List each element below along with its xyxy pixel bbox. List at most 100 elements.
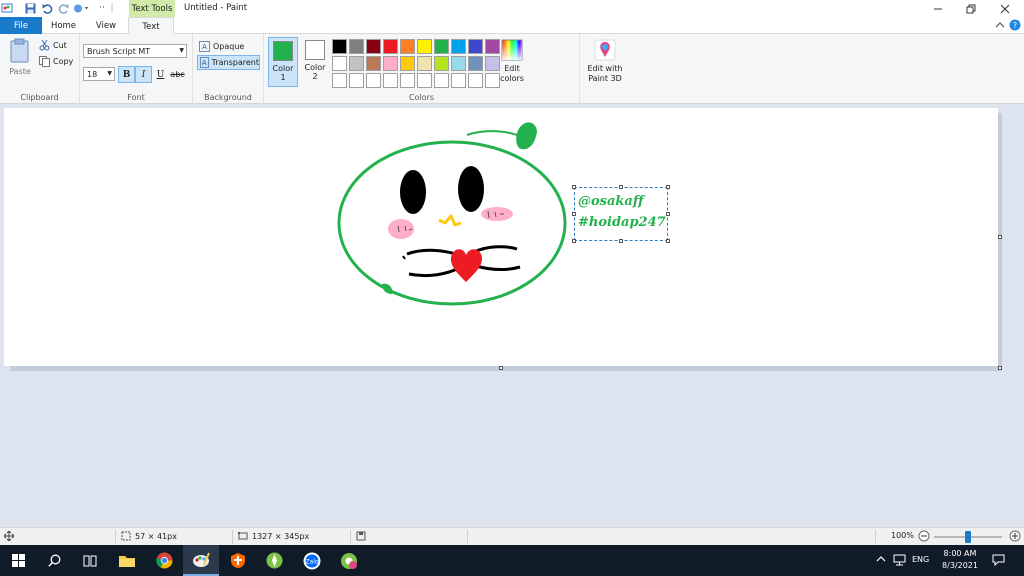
resize-handle[interactable] bbox=[666, 185, 670, 189]
palette-swatch[interactable] bbox=[332, 39, 347, 54]
minimize-button[interactable] bbox=[921, 0, 955, 17]
palette-swatch[interactable] bbox=[383, 73, 398, 88]
resize-handle[interactable] bbox=[572, 185, 576, 189]
start-button[interactable] bbox=[0, 545, 36, 576]
font-size-select[interactable]: 18 ▼ bbox=[83, 67, 115, 81]
palette-swatch[interactable] bbox=[366, 73, 381, 88]
palette-swatch[interactable] bbox=[417, 73, 432, 88]
color1-button[interactable]: Color 1 bbox=[268, 37, 298, 87]
close-button[interactable] bbox=[988, 0, 1022, 17]
redo-icon[interactable] bbox=[57, 2, 69, 14]
search-button[interactable] bbox=[36, 545, 72, 576]
font-family-select[interactable]: Brush Script MT ▼ bbox=[83, 44, 187, 58]
paint3d-label-2: Paint 3D bbox=[588, 74, 622, 83]
palette-swatch[interactable] bbox=[417, 39, 432, 54]
task-view-icon bbox=[83, 555, 97, 566]
chevron-up-icon[interactable] bbox=[876, 555, 886, 566]
palette-swatch[interactable] bbox=[485, 73, 500, 88]
palette-swatch[interactable] bbox=[468, 39, 483, 54]
tab-file[interactable]: File bbox=[0, 17, 42, 34]
palette-swatch[interactable] bbox=[434, 56, 449, 71]
underline-button[interactable]: U bbox=[152, 66, 169, 83]
palette-swatch[interactable] bbox=[383, 39, 398, 54]
zoom-out-button[interactable] bbox=[918, 530, 930, 542]
drawing-canvas[interactable]: @osakaff #hoidap247 bbox=[4, 108, 998, 366]
resize-handle[interactable] bbox=[572, 212, 576, 216]
taskbar-zalo[interactable]: Zalo bbox=[294, 545, 330, 576]
notification-icon[interactable] bbox=[992, 554, 1005, 569]
task-view-button[interactable] bbox=[72, 545, 108, 576]
palette-swatch[interactable] bbox=[349, 73, 364, 88]
tab-home[interactable]: Home bbox=[42, 17, 85, 34]
undo-icon[interactable] bbox=[41, 2, 53, 14]
edit-colors-button[interactable]: Edit colors bbox=[498, 39, 526, 84]
taskbar-avast[interactable] bbox=[220, 545, 256, 576]
tab-text[interactable]: Text bbox=[128, 17, 174, 35]
font-family-value: Brush Script MT bbox=[87, 46, 151, 56]
zoom-in-button[interactable] bbox=[1009, 530, 1021, 542]
palette-swatch[interactable] bbox=[434, 73, 449, 88]
taskbar-chrome-profile[interactable] bbox=[331, 545, 367, 576]
network-icon[interactable] bbox=[893, 554, 906, 569]
edit-with-paint3d-button[interactable]: Edit with Paint 3D bbox=[582, 39, 628, 84]
taskbar-paint[interactable] bbox=[183, 545, 219, 576]
italic-button[interactable]: I bbox=[135, 66, 152, 83]
paste-button[interactable]: Paste bbox=[4, 38, 36, 82]
palette-swatch[interactable] bbox=[485, 56, 500, 71]
palette-swatch[interactable] bbox=[468, 73, 483, 88]
color1-swatch bbox=[273, 41, 293, 61]
opaque-option[interactable]: A Opaque bbox=[197, 39, 260, 54]
paste-icon bbox=[10, 38, 29, 63]
canvas-size-icon bbox=[238, 532, 248, 540]
resize-handle[interactable] bbox=[666, 239, 670, 243]
clock[interactable]: 8:00 AM 8/3/2021 bbox=[932, 548, 988, 572]
resize-handle[interactable] bbox=[572, 239, 576, 243]
canvas-resize-handle-bottom[interactable] bbox=[499, 366, 503, 370]
palette-swatch[interactable] bbox=[332, 56, 347, 71]
taskbar-greenshot[interactable] bbox=[256, 545, 292, 576]
palette-swatch[interactable] bbox=[366, 56, 381, 71]
palette-swatch[interactable] bbox=[400, 56, 415, 71]
color2-button[interactable]: Color 2 bbox=[300, 37, 330, 87]
help-icon[interactable]: ? bbox=[1009, 19, 1021, 31]
transparent-option[interactable]: A Transparent bbox=[197, 55, 260, 70]
resize-handle[interactable] bbox=[619, 239, 623, 243]
palette-swatch[interactable] bbox=[349, 39, 364, 54]
bold-button[interactable]: B bbox=[118, 66, 135, 83]
customize-toolbar-icon[interactable] bbox=[73, 2, 89, 14]
tab-view[interactable]: View bbox=[85, 17, 127, 34]
cut-button[interactable]: Cut bbox=[39, 40, 67, 51]
palette-swatch[interactable] bbox=[451, 56, 466, 71]
language-indicator[interactable]: ENG bbox=[912, 555, 929, 564]
palette-swatch[interactable] bbox=[349, 56, 364, 71]
chevron-up-icon[interactable] bbox=[994, 19, 1006, 31]
palette-swatch[interactable] bbox=[485, 39, 500, 54]
palette-swatch[interactable] bbox=[434, 39, 449, 54]
paint-app-icon[interactable] bbox=[1, 2, 13, 14]
palette-swatch[interactable] bbox=[366, 39, 381, 54]
taskbar-file-explorer[interactable] bbox=[109, 545, 145, 576]
text-box[interactable]: @osakaff #hoidap247 bbox=[572, 185, 670, 243]
canvas-resize-handle-right[interactable] bbox=[998, 235, 1002, 239]
palette-swatch[interactable] bbox=[383, 56, 398, 71]
taskbar-chrome[interactable] bbox=[146, 545, 182, 576]
zoom-slider[interactable] bbox=[934, 531, 1002, 543]
palette-swatch[interactable] bbox=[332, 73, 347, 88]
palette-swatch[interactable] bbox=[451, 39, 466, 54]
copy-label: Copy bbox=[53, 57, 74, 66]
window-title: Untitled - Paint bbox=[184, 3, 248, 13]
zoom-slider-thumb[interactable] bbox=[965, 531, 971, 543]
canvas-resize-handle-corner[interactable] bbox=[998, 366, 1002, 370]
copy-button[interactable]: Copy bbox=[39, 56, 73, 67]
resize-handle[interactable] bbox=[666, 212, 670, 216]
save-icon[interactable] bbox=[24, 2, 36, 14]
palette-swatch[interactable] bbox=[468, 56, 483, 71]
strikethrough-button[interactable]: abc bbox=[169, 66, 186, 83]
palette-swatch[interactable] bbox=[451, 73, 466, 88]
resize-handle[interactable] bbox=[619, 185, 623, 189]
palette-swatch[interactable] bbox=[400, 73, 415, 88]
palette-swatch[interactable] bbox=[400, 39, 415, 54]
palette-swatch[interactable] bbox=[417, 56, 432, 71]
separator bbox=[350, 530, 351, 544]
restore-button[interactable] bbox=[954, 0, 988, 17]
